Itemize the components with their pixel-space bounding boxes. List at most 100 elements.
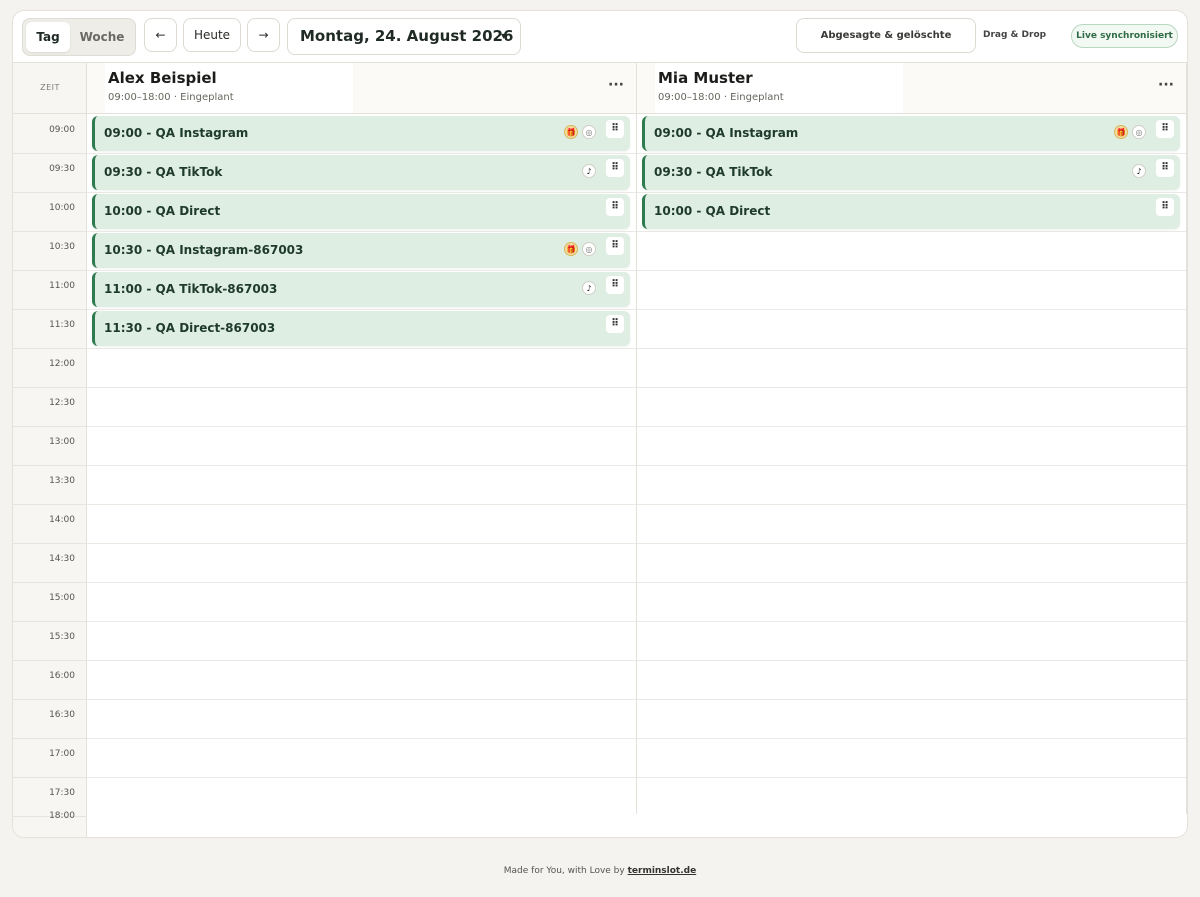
gift-icon: 🎁 <box>564 125 578 139</box>
time-label: 14:00 <box>49 515 75 525</box>
time-label: 13:00 <box>49 437 75 447</box>
calendar-grid: ZEIT 09:00 09:30 10:00 10:30 11:00 11:30 12:00… <box>13 62 1187 837</box>
slot-divider <box>87 777 636 778</box>
drag-handle-icon[interactable]: ⠿ <box>606 276 624 294</box>
staff-name: Mia Muster <box>658 69 753 87</box>
time-label: 10:00 <box>49 203 75 213</box>
slot-divider <box>87 231 636 232</box>
appointment-card[interactable]: 11:30 - QA Direct-867003 ⠿ <box>92 311 630 346</box>
time-row-divider <box>13 309 87 310</box>
staff-schedule: 09:00–18:00 · Eingeplant <box>108 92 234 103</box>
date-picker-button[interactable]: Montag, 24. August 2026 ▾ <box>287 18 521 55</box>
time-label: 12:00 <box>49 359 75 369</box>
appointment-card[interactable]: 10:00 - QA Direct ⠿ <box>92 194 630 229</box>
drag-handle-icon[interactable]: ⠿ <box>1156 198 1174 216</box>
slot-divider <box>637 270 1186 271</box>
slot-divider <box>637 777 1186 778</box>
time-label: 10:30 <box>49 242 75 252</box>
time-label: 17:30 <box>49 788 75 798</box>
time-label: 17:00 <box>49 749 75 759</box>
slot-divider <box>637 153 1186 154</box>
time-row-divider <box>13 348 87 349</box>
time-label: 16:00 <box>49 671 75 681</box>
gift-icon: 🎁 <box>564 242 578 256</box>
time-label: 12:30 <box>49 398 75 408</box>
time-row-divider <box>13 621 87 622</box>
time-row-divider <box>13 504 87 505</box>
time-row-divider <box>13 738 87 739</box>
slot-divider <box>637 192 1186 193</box>
drag-handle-icon[interactable]: ⠿ <box>1156 120 1174 138</box>
next-day-button[interactable]: → <box>247 18 280 52</box>
appointment-title: 10:00 - QA Direct <box>654 204 771 218</box>
instagram-icon: ◎ <box>582 242 596 256</box>
appointment-title: 09:00 - QA Instagram <box>654 126 799 140</box>
prev-day-button[interactable]: ← <box>144 18 177 52</box>
staff-schedule: 09:00–18:00 · Eingeplant <box>658 92 784 103</box>
slot-divider <box>637 660 1186 661</box>
live-sync-badge: Live synchronisiert <box>1071 24 1178 48</box>
drag-handle-icon[interactable]: ⠿ <box>606 120 624 138</box>
slot-divider <box>87 309 636 310</box>
time-row-divider <box>13 582 87 583</box>
footer-brand-link[interactable]: terminslot.de <box>628 866 697 876</box>
time-label: 15:00 <box>49 593 75 603</box>
slot-divider <box>87 270 636 271</box>
view-week-button[interactable]: Woche <box>72 22 132 52</box>
drag-handle-icon[interactable]: ⠿ <box>606 159 624 177</box>
slot-divider <box>87 543 636 544</box>
drag-handle-icon[interactable]: ⠿ <box>606 237 624 255</box>
drag-handle-icon[interactable]: ⠿ <box>606 315 624 333</box>
time-row-divider <box>13 699 87 700</box>
drag-handle-icon[interactable]: ⠿ <box>1156 159 1174 177</box>
time-label: 13:30 <box>49 476 75 486</box>
time-label: 11:30 <box>49 320 75 330</box>
time-label: 16:30 <box>49 710 75 720</box>
staff-column: Alex Beispiel 09:00–18:00 · Eingeplant ···… <box>87 62 637 814</box>
slot-divider <box>87 465 636 466</box>
slot-divider <box>637 504 1186 505</box>
slot-divider <box>87 348 636 349</box>
slot-divider <box>637 738 1186 739</box>
appointment-card[interactable]: 11:00 - QA TikTok-867003 ⠿ ♪ <box>92 272 630 307</box>
time-row-divider <box>13 426 87 427</box>
drag-drop-status: Drag & Drop aktiv <box>983 30 1047 75</box>
slot-divider <box>87 621 636 622</box>
slot-divider <box>87 192 636 193</box>
time-label: 09:30 <box>49 164 75 174</box>
slot-divider <box>637 621 1186 622</box>
time-row-divider <box>13 387 87 388</box>
appointment-card[interactable]: 10:30 - QA Instagram-867003 ⠿ ◎ 🎁 <box>92 233 630 268</box>
appointment-card[interactable]: 09:30 - QA TikTok ⠿ ♪ <box>92 155 630 190</box>
time-label: 18:00 <box>49 811 75 821</box>
gift-icon: 🎁 <box>1114 125 1128 139</box>
time-row-divider <box>13 777 87 778</box>
appointment-card[interactable]: 09:00 - QA Instagram ⠿ ◎ 🎁 <box>642 116 1180 151</box>
today-button[interactable]: Heute <box>183 18 241 52</box>
slot-divider <box>87 660 636 661</box>
instagram-icon: ◎ <box>582 125 596 139</box>
drag-handle-icon[interactable]: ⠿ <box>606 198 624 216</box>
appointment-title: 11:30 - QA Direct-867003 <box>104 321 276 335</box>
slot-divider <box>87 426 636 427</box>
instagram-icon: ◎ <box>1132 125 1146 139</box>
footer: Made for You, with Love by terminslot.de <box>0 866 1200 876</box>
time-row-divider <box>13 192 87 193</box>
appointment-title: 09:00 - QA Instagram <box>104 126 249 140</box>
show-cancelled-button[interactable]: Abgesagte & gelöschte anzeigen <box>796 18 976 74</box>
appointment-title: 09:30 - QA TikTok <box>654 165 773 179</box>
more-options-icon[interactable]: ··· <box>608 77 624 93</box>
time-row-divider <box>13 543 87 544</box>
time-row-divider <box>13 270 87 271</box>
time-label: 09:00 <box>49 125 75 135</box>
staff-header: Mia Muster 09:00–18:00 · Eingeplant ··· <box>637 63 1186 114</box>
view-day-button[interactable]: Tag <box>26 22 70 52</box>
appointment-card[interactable]: 09:30 - QA TikTok ⠿ ♪ <box>642 155 1180 190</box>
slot-divider <box>637 582 1186 583</box>
appointment-card[interactable]: 09:00 - QA Instagram ⠿ ◎ 🎁 <box>92 116 630 151</box>
appointment-card[interactable]: 10:00 - QA Direct ⠿ <box>642 194 1180 229</box>
footer-text: Made for You, with Love by <box>503 866 628 876</box>
slot-divider <box>87 153 636 154</box>
slot-divider <box>637 465 1186 466</box>
more-options-icon[interactable]: ··· <box>1158 77 1174 93</box>
